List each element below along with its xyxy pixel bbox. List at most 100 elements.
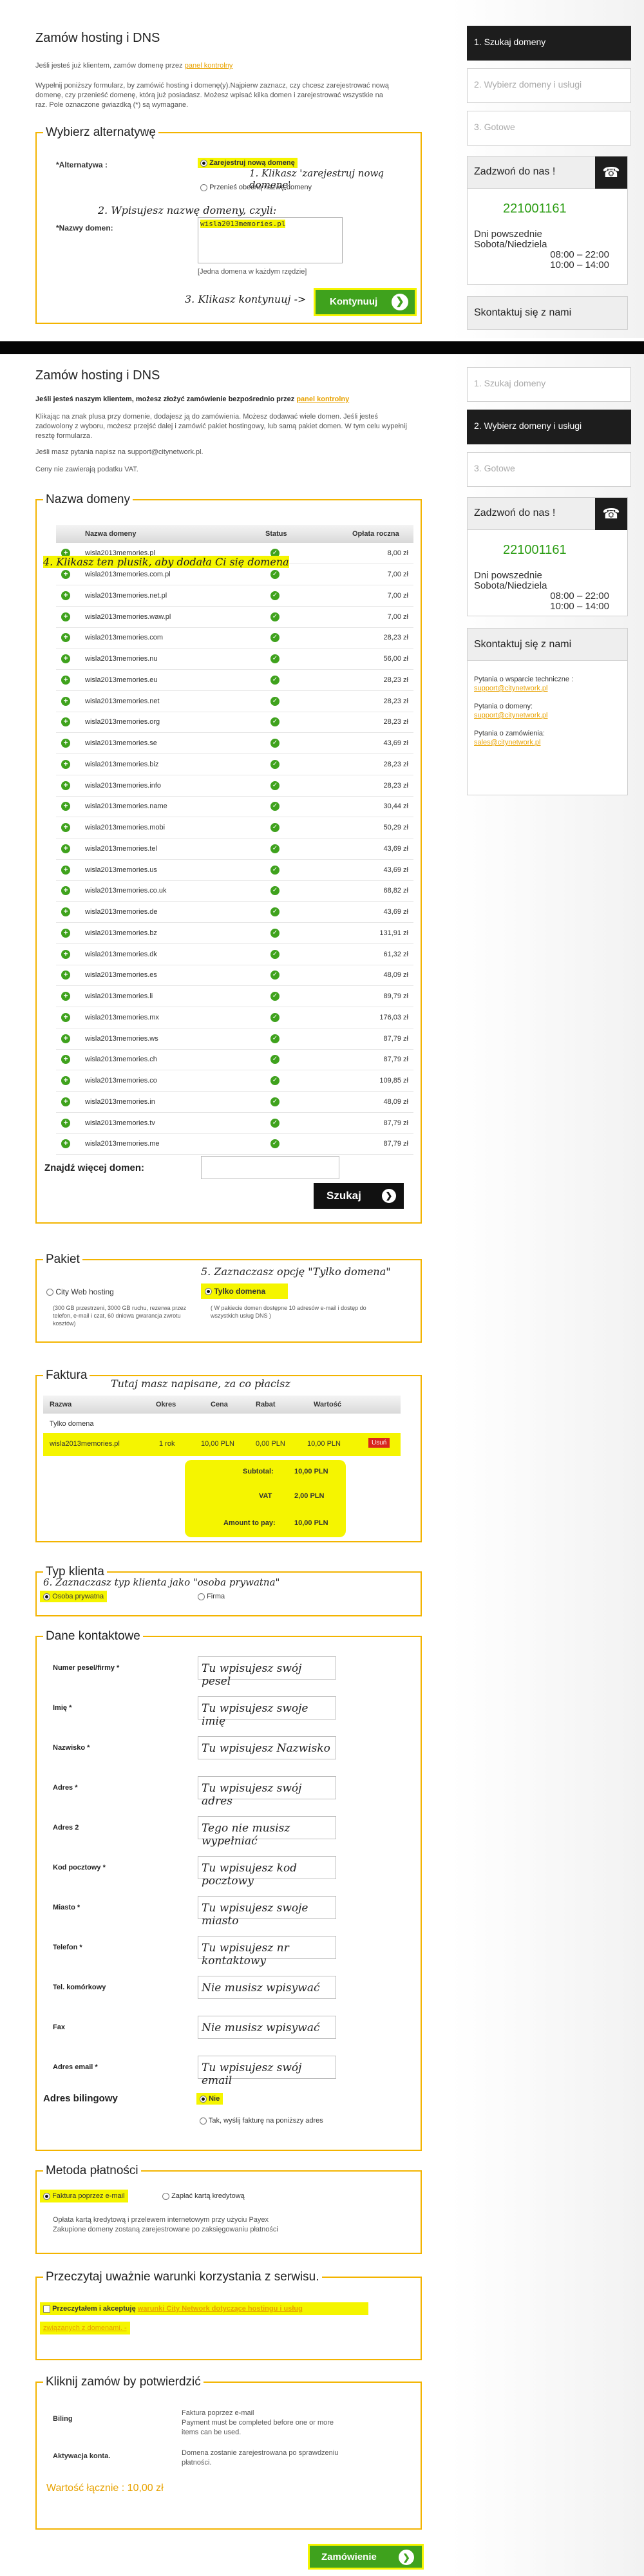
contact-data-title: Dane kontaktowe (43, 1629, 143, 1643)
field-input[interactable]: Tu wpisujesz swoje miasto (198, 1896, 336, 1927)
option-domain-only[interactable]: Tylko domena (201, 1283, 288, 1299)
step-1-b[interactable]: 1. Szukaj domeny (467, 367, 631, 402)
option-transfer[interactable]: Przenieś obecną nazwę domeny (200, 184, 312, 191)
col-period: Okres (156, 1401, 176, 1408)
terms-link[interactable]: warunki City Network dotyczące hostingu … (138, 2305, 303, 2313)
add-domain-icon[interactable]: + (61, 717, 70, 727)
delete-button[interactable]: Usuń (368, 1438, 390, 1448)
option-pay-email[interactable]: Faktura poprzez e-mail (40, 2190, 128, 2202)
add-domain-icon[interactable]: + (61, 1118, 70, 1128)
panel-link-2[interactable]: panel kontrolny (296, 395, 349, 403)
contact-box-2: Skontaktuj się z nami Pytania o wsparcie… (467, 628, 628, 795)
radio-domain-only[interactable] (205, 1288, 212, 1296)
add-domain-icon[interactable]: + (61, 1076, 70, 1086)
radio-private[interactable] (43, 1593, 50, 1600)
add-domain-icon[interactable]: + (61, 1139, 70, 1149)
add-domain-icon[interactable]: + (61, 675, 70, 685)
search-button[interactable]: Szukaj ❯ (314, 1183, 404, 1209)
field-input[interactable]: Tu wpisujesz nr kontaktowy (198, 1936, 336, 1967)
add-domain-icon[interactable]: + (61, 739, 70, 748)
domain-price: 43,69 zł (349, 732, 413, 754)
add-domain-icon[interactable]: + (61, 654, 70, 664)
add-domain-icon[interactable]: + (61, 1055, 70, 1065)
order-button[interactable]: Zamówienie ❯ (308, 2544, 424, 2570)
field-input[interactable]: Tu wpisujesz swój email (198, 2056, 336, 2087)
option-pay-card[interactable]: Zapłać kartą kredytową (162, 2192, 245, 2200)
add-domain-icon[interactable]: + (61, 1012, 70, 1022)
add-domain-icon[interactable]: + (61, 612, 70, 621)
call-box: Zadzwoń do nas ! ☎ 221001161 Dni powszedn… (467, 156, 628, 285)
step-3[interactable]: 3. Gotowe (467, 111, 631, 146)
option-billing-no[interactable]: Nie (196, 2093, 223, 2105)
field-input[interactable]: Tu wpisujesz swoje imię (198, 1696, 336, 1728)
field-input[interactable]: Nie musisz wpisywać (198, 1976, 336, 1999)
radio-city-hosting[interactable] (46, 1289, 53, 1296)
weekend-label-2: Sobota/Niedziela (474, 580, 547, 591)
radio-transfer[interactable] (200, 184, 207, 191)
add-domain-icon[interactable]: + (61, 759, 70, 769)
available-check-icon: ✓ (270, 633, 279, 643)
add-domain-icon[interactable]: + (61, 802, 70, 811)
add-domain-icon[interactable]: + (61, 1034, 70, 1043)
step-3-b[interactable]: 3. Gotowe (467, 452, 631, 487)
add-domain-icon[interactable]: + (61, 907, 70, 917)
option-city-hosting[interactable]: City Web hosting (46, 1287, 114, 1296)
add-domain-icon[interactable]: + (61, 971, 70, 980)
field-input[interactable]: Nie musisz wpisywać (198, 2016, 336, 2039)
add-domain-icon[interactable]: + (61, 865, 70, 875)
order-label: Zamówienie (321, 2552, 377, 2562)
field-label: Kod pocztowy * (53, 1864, 106, 1871)
field-input[interactable]: Tu wpisujesz swój adres (198, 1776, 336, 1808)
radio-new-domain[interactable] (200, 159, 207, 167)
intro-text: Wypełnij poniższy formularz, by zamówić … (35, 82, 389, 109)
domain-price: 87,79 zł (349, 1028, 413, 1050)
radio-firm[interactable] (198, 1593, 205, 1600)
inv-domain-period: 1 rok (159, 1440, 175, 1448)
add-domain-icon[interactable]: + (61, 928, 70, 938)
tech-mail-link[interactable]: support@citynetwork.pl (474, 685, 548, 692)
add-domain-icon[interactable]: + (61, 633, 70, 643)
table-row: + wisla2013memories.ch ✓ 87,79 zł (56, 1049, 413, 1071)
add-domain-icon[interactable]: + (61, 570, 70, 580)
field-input[interactable]: Tu wpisujesz Nazwisko (198, 1736, 336, 1759)
domains-mail-link[interactable]: support@citynetwork.pl (474, 712, 548, 719)
domain-textarea[interactable]: wisla2013memories.pl (198, 217, 343, 263)
radio-pay-card[interactable] (162, 2192, 169, 2200)
option-new-domain[interactable]: Zarejestruj nową domenę (198, 158, 298, 168)
add-domain-icon[interactable]: + (61, 1097, 70, 1106)
terms-checkbox-row[interactable]: Przeczytałem i akceptuję warunki City Ne… (40, 2302, 368, 2315)
add-domain-icon[interactable]: + (61, 781, 70, 790)
add-domain-icon[interactable]: + (61, 591, 70, 600)
step-2[interactable]: 2. Wybierz domeny i usługi (467, 68, 631, 103)
available-check-icon: ✓ (270, 802, 279, 811)
field-input[interactable]: Tego nie musisz wypełniać (198, 1816, 336, 1848)
billing-label: Biling (53, 2415, 73, 2423)
add-domain-icon[interactable]: + (61, 992, 70, 1001)
terms-link-2[interactable]: związanych z domenami. - (43, 2324, 127, 2332)
available-check-icon: ✓ (270, 570, 279, 580)
activation-info: Domena zostanie zarejestrowana po sprawd… (182, 2449, 339, 2467)
add-domain-icon[interactable]: + (61, 844, 70, 853)
radio-billing-no[interactable] (200, 2095, 207, 2103)
add-domain-icon[interactable]: + (61, 823, 70, 833)
terms-checkbox[interactable] (43, 2305, 50, 2313)
step-1[interactable]: 1. Szukaj domeny (467, 26, 631, 61)
panel-link[interactable]: panel kontrolny (185, 62, 233, 70)
add-domain-icon[interactable]: + (61, 696, 70, 706)
add-domain-icon[interactable]: + (61, 949, 70, 959)
radio-pay-email[interactable] (43, 2192, 50, 2200)
step-2-b[interactable]: 2. Wybierz domeny i usługi (467, 410, 631, 444)
add-domain-icon[interactable]: + (61, 886, 70, 896)
billing-info: Faktura poprzez e-mail Payment must be c… (182, 2409, 334, 2436)
field-input[interactable]: Tu wpisujesz kod pocztowy (198, 1856, 336, 1888)
orders-mail-link[interactable]: sales@citynetwork.pl (474, 739, 540, 746)
option-firm[interactable]: Firma (198, 1593, 225, 1600)
continue-button[interactable]: Kontynuuj ❯ (314, 288, 417, 316)
table-row: + wisla2013memories.waw.pl ✓ 7,00 zł (56, 606, 413, 628)
sidebar-2: 1. Szukaj domeny 2. Wybierz domeny i usł… (451, 354, 644, 2576)
radio-billing-yes[interactable] (200, 2117, 207, 2125)
find-more-input[interactable] (201, 1156, 339, 1179)
option-billing-yes[interactable]: Tak, wyślij fakturę na poniższy adres (200, 2117, 323, 2125)
field-input[interactable]: Tu wpisujesz swój pesel (198, 1656, 336, 1688)
option-private[interactable]: Osoba prywatna (40, 1591, 108, 1602)
